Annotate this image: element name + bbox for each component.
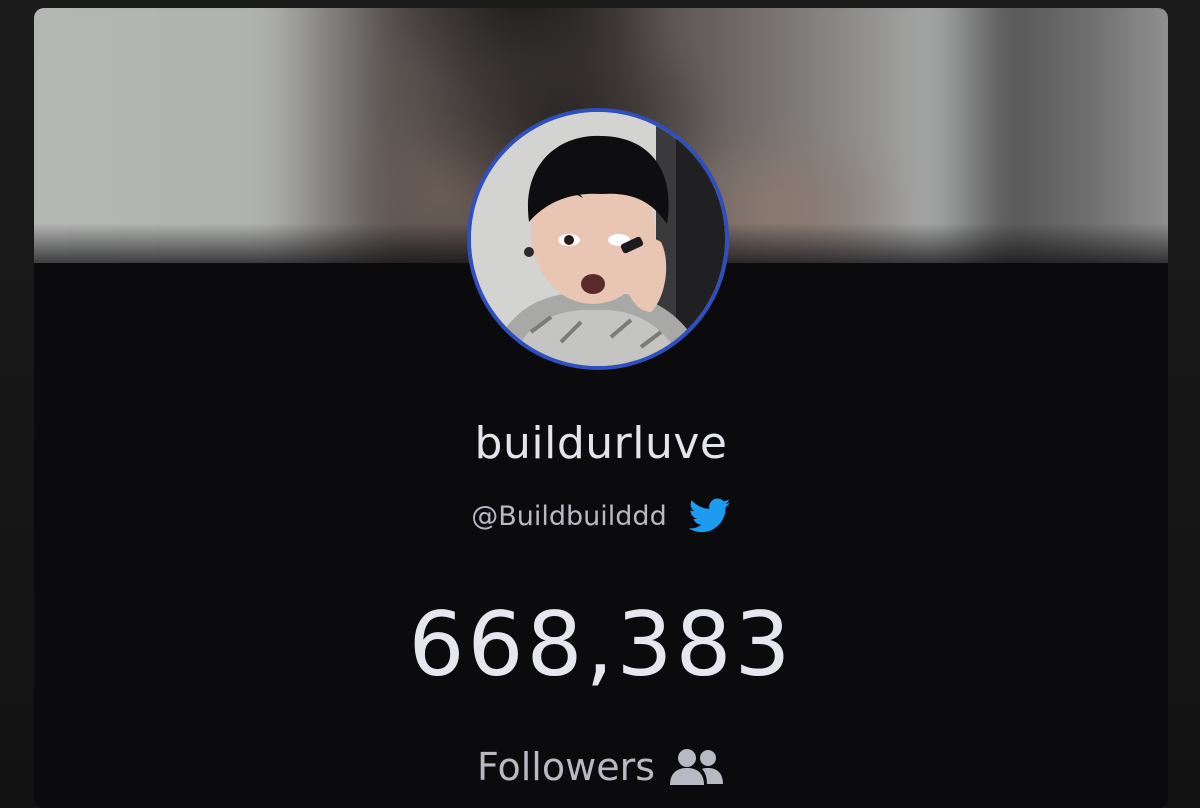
handle-row: @Buildbuilddd [34, 498, 1168, 534]
users-icon [670, 749, 723, 785]
profile-card: buildurluve @Buildbuilddd 668,383 Follow… [34, 8, 1168, 808]
twitter-bird-icon[interactable] [688, 498, 731, 534]
display-name: buildurluve [474, 418, 728, 469]
followers-count: 668,383 [408, 593, 794, 696]
avatar[interactable] [467, 108, 729, 370]
page-background: buildurluve @Buildbuilddd 668,383 Follow… [0, 0, 1200, 808]
followers-row: Followers [34, 745, 1168, 789]
twitter-handle[interactable]: @Buildbuilddd [471, 501, 666, 532]
followers-label: Followers [477, 745, 655, 789]
avatar-photo [471, 112, 725, 366]
